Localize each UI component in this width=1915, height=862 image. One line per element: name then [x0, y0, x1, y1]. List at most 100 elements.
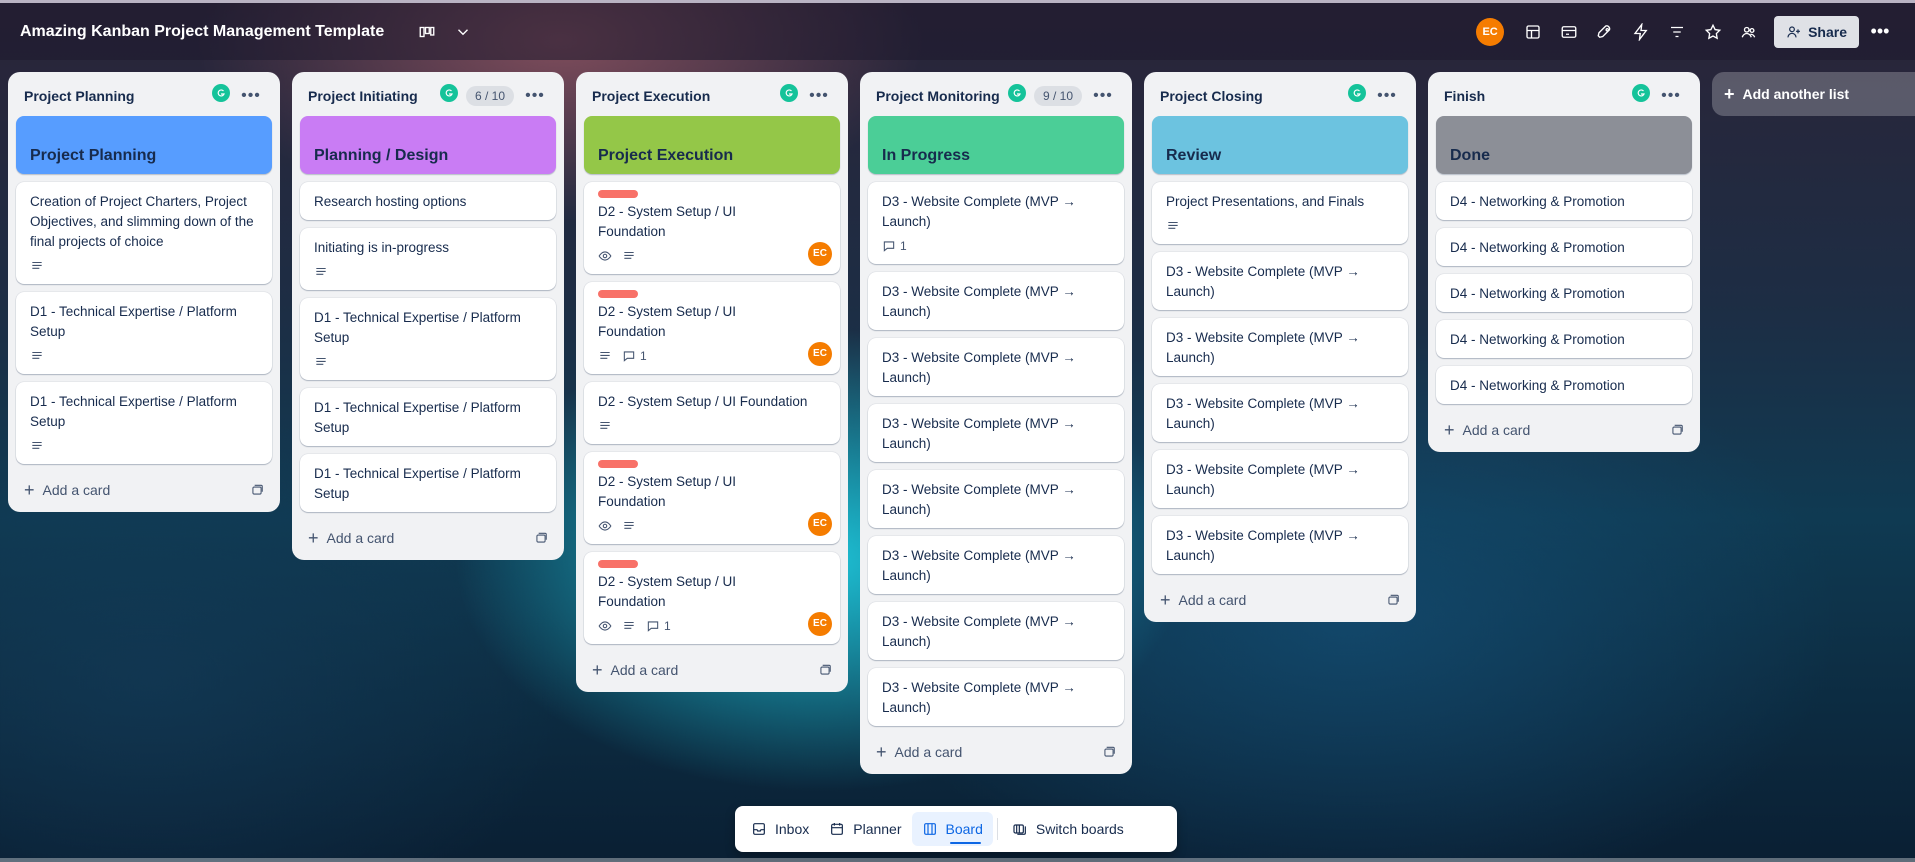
card[interactable]: D3 - Website Complete (MVP → Launch) 1 — [868, 182, 1124, 264]
add-card-button[interactable]: + Add a card — [16, 472, 272, 508]
list-menu-icon[interactable]: ••• — [1374, 87, 1400, 105]
card-label[interactable] — [598, 290, 638, 298]
grammarly-icon[interactable] — [1007, 84, 1026, 102]
card[interactable]: D3 - Website Complete (MVP → Launch) — [868, 338, 1124, 396]
card[interactable]: D3 - Website Complete (MVP → Launch) — [868, 470, 1124, 528]
cover-card[interactable]: Done — [1436, 116, 1692, 174]
filter-icon[interactable] — [1662, 17, 1692, 47]
visibility-icon[interactable] — [1734, 17, 1764, 47]
card[interactable]: D3 - Website Complete (MVP → Launch) — [868, 668, 1124, 726]
card[interactable]: D4 - Networking & Promotion — [1436, 228, 1692, 266]
list-menu-icon[interactable]: ••• — [238, 87, 264, 105]
create-from-template-icon[interactable] — [818, 663, 832, 677]
card-label[interactable] — [598, 460, 638, 468]
list-title[interactable]: Project Monitoring — [876, 88, 1008, 104]
add-card-button[interactable]: + Add a card — [868, 734, 1124, 770]
card[interactable]: D2 - System Setup / UI Foundation 1 EC — [584, 282, 840, 374]
list-title[interactable]: Project Planning — [24, 88, 212, 104]
card[interactable]: D1 - Technical Expertise / Platform Setu… — [300, 388, 556, 446]
card[interactable]: D2 - System Setup / UI Foundation EC — [584, 182, 840, 274]
card-title: D3 - Website Complete (MVP → Launch) — [882, 614, 1076, 649]
nav-switch-boards[interactable]: Switch boards — [1002, 812, 1134, 846]
card[interactable]: D4 - Networking & Promotion — [1436, 274, 1692, 312]
card[interactable]: D3 - Website Complete (MVP → Launch) — [868, 536, 1124, 594]
grammarly-icon[interactable] — [212, 84, 230, 102]
card[interactable]: D3 - Website Complete (MVP → Launch) — [1152, 450, 1408, 508]
list-title[interactable]: Finish — [1444, 88, 1632, 104]
create-from-template-icon[interactable] — [1670, 423, 1684, 437]
card[interactable]: D3 - Website Complete (MVP → Launch) — [1152, 516, 1408, 574]
card[interactable]: D4 - Networking & Promotion — [1436, 320, 1692, 358]
horizontal-scrollbar[interactable] — [0, 858, 1915, 862]
avatar[interactable]: EC — [1476, 17, 1505, 46]
share-button[interactable]: Share — [1774, 15, 1859, 48]
card[interactable]: D1 - Technical Expertise / Platform Setu… — [300, 298, 556, 380]
avatar[interactable]: EC — [808, 512, 832, 536]
grammarly-icon[interactable] — [1632, 84, 1650, 102]
power-up-icon[interactable] — [1518, 17, 1548, 47]
card-title: D4 - Networking & Promotion — [1450, 194, 1625, 209]
create-from-template-icon[interactable] — [1386, 593, 1400, 607]
switch-boards-icon — [1013, 824, 1026, 835]
grammarly-icon[interactable] — [780, 84, 798, 102]
list-menu-icon[interactable]: ••• — [522, 87, 548, 105]
board-title[interactable]: Amazing Kanban Project Management Templa… — [20, 23, 384, 41]
card[interactable]: D1 - Technical Expertise / Platform Setu… — [300, 454, 556, 512]
cover-card[interactable]: Review — [1152, 116, 1408, 174]
cover-card[interactable]: Planning / Design — [300, 116, 556, 174]
card[interactable]: D3 - Website Complete (MVP → Launch) — [1152, 384, 1408, 442]
nav-inbox[interactable]: Inbox — [741, 812, 819, 846]
card[interactable]: D4 - Networking & Promotion — [1436, 182, 1692, 220]
card-label[interactable] — [598, 560, 638, 568]
cover-card[interactable]: Project Planning — [16, 116, 272, 174]
card[interactable]: D3 - Website Complete (MVP → Launch) — [868, 272, 1124, 330]
more-icon[interactable]: ••• — [1865, 17, 1895, 47]
card[interactable]: D3 - Website Complete (MVP → Launch) — [1152, 252, 1408, 310]
card-icon[interactable] — [1554, 17, 1584, 47]
card[interactable]: Creation of Project Charters, Project Ob… — [16, 182, 272, 284]
avatar[interactable]: EC — [808, 342, 832, 366]
rocket-icon[interactable] — [1590, 17, 1620, 47]
grammarly-icon[interactable] — [439, 84, 458, 102]
card[interactable]: D1 - Technical Expertise / Platform Setu… — [16, 292, 272, 374]
card[interactable]: D3 - Website Complete (MVP → Launch) — [1152, 318, 1408, 376]
cover-card[interactable]: Project Execution — [584, 116, 840, 174]
star-icon[interactable] — [1698, 17, 1728, 47]
list-menu-icon[interactable]: ••• — [806, 87, 832, 105]
board-view-icon[interactable] — [412, 17, 442, 47]
card[interactable]: D4 - Networking & Promotion — [1436, 366, 1692, 404]
card[interactable]: Project Presentations, and Finals — [1152, 182, 1408, 244]
card[interactable]: Initiating is in-progress — [300, 228, 556, 290]
automation-icon[interactable] — [1626, 17, 1656, 47]
card[interactable]: D3 - Website Complete (MVP → Launch) — [868, 404, 1124, 462]
avatar[interactable]: EC — [808, 612, 832, 636]
list-title[interactable]: Project Closing — [1160, 88, 1348, 104]
add-card-button[interactable]: + Add a card — [300, 520, 556, 556]
nav-planner[interactable]: Planner — [819, 812, 911, 846]
cover-card[interactable]: In Progress — [868, 116, 1124, 174]
add-card-button[interactable]: + Add a card — [1152, 582, 1408, 618]
list-menu-icon[interactable]: ••• — [1090, 87, 1116, 105]
card[interactable]: D2 - System Setup / UI Foundation — [584, 382, 840, 444]
list-menu-icon[interactable]: ••• — [1658, 87, 1684, 105]
comment-count: 1 — [664, 619, 671, 633]
list-title[interactable]: Project Initiating — [308, 88, 440, 104]
create-from-template-icon[interactable] — [250, 483, 264, 497]
add-list-button[interactable]: + Add another list — [1712, 72, 1915, 116]
add-card-button[interactable]: + Add a card — [584, 652, 840, 688]
card[interactable]: D2 - System Setup / UI Foundation EC — [584, 452, 840, 544]
card[interactable]: Research hosting options — [300, 182, 556, 220]
create-from-template-icon[interactable] — [1102, 745, 1116, 759]
add-card-button[interactable]: + Add a card — [1436, 412, 1692, 448]
card[interactable]: D2 - System Setup / UI Foundation 1 EC — [584, 552, 840, 644]
card[interactable]: D3 - Website Complete (MVP → Launch) — [868, 602, 1124, 660]
card[interactable]: D1 - Technical Expertise / Platform Setu… — [16, 382, 272, 464]
create-from-template-icon[interactable] — [534, 531, 548, 545]
nav-board[interactable]: Board — [911, 812, 993, 846]
avatar[interactable]: EC — [808, 242, 832, 266]
share-label: Share — [1808, 23, 1847, 40]
card-label[interactable] — [598, 190, 638, 198]
grammarly-icon[interactable] — [1348, 84, 1366, 102]
list-title[interactable]: Project Execution — [592, 88, 780, 104]
chevron-down-icon[interactable] — [448, 17, 478, 47]
